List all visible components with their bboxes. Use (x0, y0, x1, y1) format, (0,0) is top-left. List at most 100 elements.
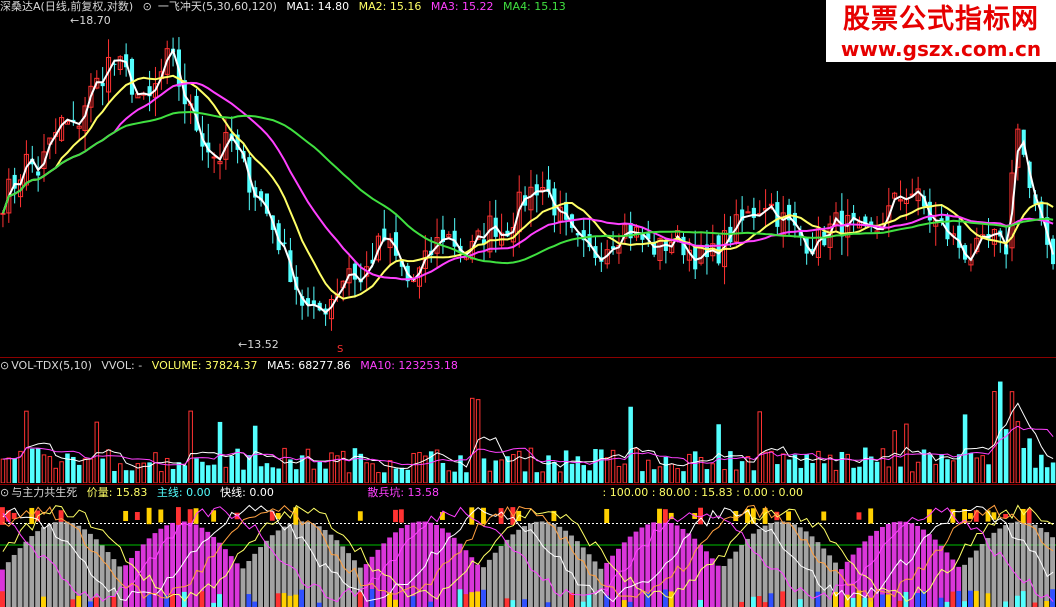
volume-bar (387, 460, 393, 483)
indicator-bar (639, 527, 645, 607)
volume-bar (681, 471, 686, 483)
volume-bar (792, 454, 798, 483)
indicator-bar (416, 521, 422, 607)
vvol-value: VVOL: - (101, 359, 143, 372)
volume-bar (229, 455, 234, 483)
indicator-bar-low (1020, 591, 1026, 607)
volume-bar (734, 469, 739, 483)
volume-bar (634, 448, 639, 483)
volume-bar (329, 452, 334, 483)
volume-bar (992, 391, 997, 483)
indicator-bar-top (193, 508, 199, 524)
indicator-dropdown-icon-2[interactable]: ⊙ (0, 486, 9, 499)
volume-bar (980, 455, 985, 483)
indicator-bar (510, 534, 516, 607)
indicator-bar-top (393, 509, 398, 523)
volume-bar (434, 449, 440, 483)
volume-bar (563, 450, 569, 483)
indicator-bar-low (299, 589, 305, 607)
volume-bar (446, 470, 452, 483)
indicator-bar (545, 522, 551, 607)
indicator-bar (158, 528, 164, 607)
indicator-bar-top (123, 510, 129, 522)
indicator-bar-low (275, 593, 281, 607)
indicator-bar-low (469, 592, 475, 607)
volume-bar (30, 448, 35, 483)
indicator-bar (492, 552, 498, 607)
volume-bar (276, 468, 281, 483)
volume-bar (1015, 421, 1021, 483)
volume-bar (305, 448, 311, 483)
indicator-bar-low (522, 599, 527, 607)
indicator-bar-low (41, 596, 46, 607)
indicator-bar-low (668, 591, 674, 607)
indicator-bar (944, 552, 950, 607)
indicator-bar-low (93, 597, 99, 607)
volume-bar (722, 469, 727, 483)
indicator-bar-low (862, 597, 868, 607)
volume-ma10-line (2, 425, 1054, 466)
volume-bar (200, 461, 205, 483)
volume-bar (581, 465, 586, 483)
volume-bar (35, 448, 41, 483)
price-chart[interactable] (0, 12, 1056, 357)
volume-bar (76, 464, 82, 483)
bottom-indicator-name[interactable]: 与主力共生死 (11, 486, 77, 499)
volume-bar (604, 457, 610, 483)
indicator-bar (404, 524, 410, 607)
volume-bar (874, 461, 880, 483)
volume-bar (687, 453, 692, 483)
volume-bar (522, 471, 528, 483)
ma2-line (1, 74, 1054, 300)
indicator-bar-top (868, 508, 874, 524)
indicator-bar-low (211, 602, 217, 607)
indicator-bar-low (252, 601, 258, 607)
levels-value: : 100.00 : 80.00 : 15.83 : 0.00 : 0.00 (602, 486, 803, 499)
volume-bar (470, 397, 475, 483)
volume-bar (628, 406, 633, 483)
indicator-bar (434, 524, 439, 607)
volume-bar (129, 470, 135, 483)
indicator-bar-low (357, 591, 363, 607)
indicator-chart[interactable] (0, 500, 1056, 607)
indicator-bar (41, 527, 46, 607)
volume-bar (939, 453, 944, 483)
vol-ma10-value: MA10: 123253.18 (360, 359, 458, 372)
indicator-bar (962, 564, 967, 607)
indicator-bar-low (457, 589, 463, 607)
indicator-bar-low (621, 600, 627, 607)
volume-bar (411, 452, 416, 483)
volume-bar (540, 471, 545, 483)
indicator-bar-top (786, 511, 791, 521)
volume-chart[interactable] (0, 373, 1056, 483)
volume-bar (464, 472, 469, 483)
volume-bar (370, 463, 375, 483)
volume-bar (112, 471, 117, 483)
indicator-bar-low (70, 599, 76, 607)
volume-bar (552, 462, 557, 483)
indicator-bar-low (662, 589, 668, 607)
volume-bar (153, 452, 158, 483)
indicator-bar-low (510, 600, 516, 607)
indicator-bar (269, 535, 275, 607)
volume-bar (270, 467, 276, 483)
indicator-bar-low (586, 594, 592, 607)
indicator-bar-low (316, 602, 322, 607)
ma4-line (1, 110, 1054, 265)
candle-body (0, 212, 6, 215)
indicator-bar-low (944, 601, 950, 607)
volume-dropdown-icon[interactable]: ⊙ (0, 359, 9, 372)
volume-bar (340, 450, 346, 483)
volume-bar (704, 469, 710, 483)
indicator-bar-top (657, 508, 662, 524)
volume-bar (47, 456, 53, 483)
volume-bar (880, 448, 886, 483)
volume-indicator-name[interactable]: VOL-TDX(5,10) (11, 359, 92, 372)
volume-bar (452, 471, 457, 483)
indicator-bar (293, 522, 299, 607)
volume-bar (833, 469, 839, 483)
volume-bar (393, 468, 399, 483)
indicator-bar (264, 540, 269, 607)
volume-bar (217, 421, 223, 483)
indicator-bar (997, 528, 1003, 607)
